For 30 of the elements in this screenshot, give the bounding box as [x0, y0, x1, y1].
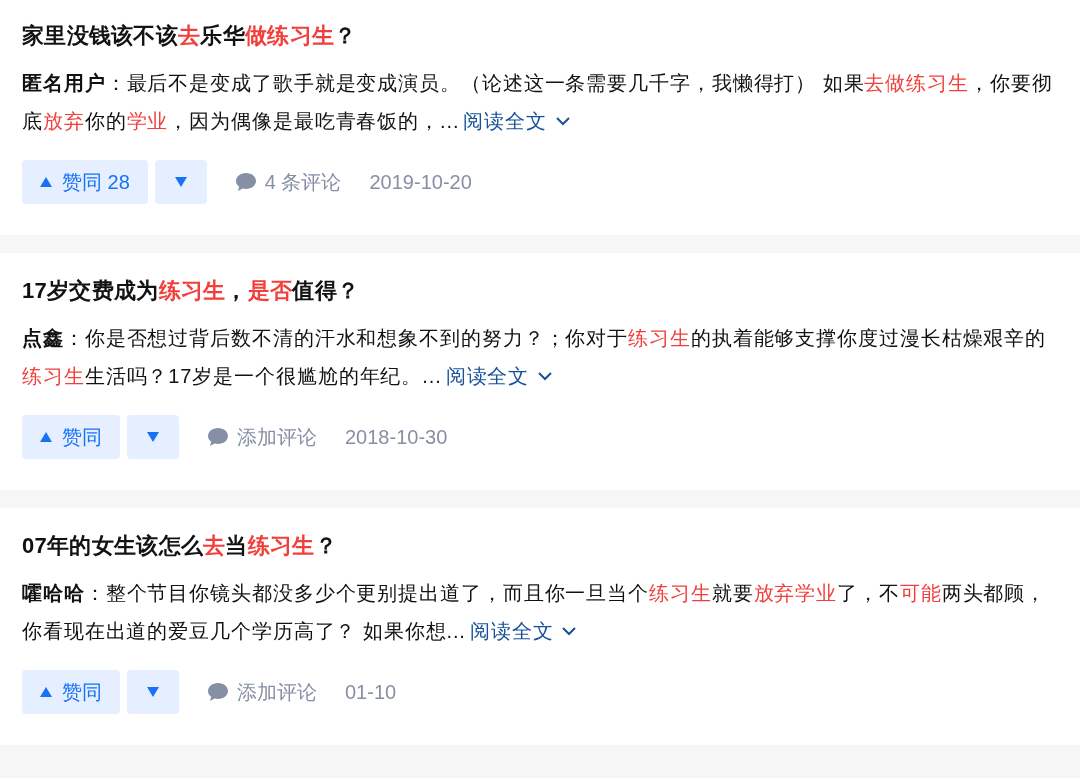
speech-bubble-icon — [234, 172, 257, 192]
triangle-down-icon — [174, 177, 187, 187]
speech-bubble-icon — [207, 427, 229, 447]
upvote-button[interactable]: 赞同 — [22, 415, 120, 459]
downvote-button[interactable] — [127, 415, 179, 459]
read-more-link[interactable]: 阅读全文 — [463, 102, 572, 140]
answer-excerpt: 匿名用户：最后不是变成了歌手就是变成演员。（论述这一条需要几千字，我懒得打） 如果去做练习生，你要彻底放弃你的学业，因为偶像是最吃青春饭的，... 阅读全文 — [22, 64, 1058, 140]
answer-excerpt: 点鑫：你是否想过背后数不清的汗水和想象不到的努力？；你对于练习生的执着能够支撑你度过漫长枯燥艰辛的 练习生生活吗？17岁是一个很尴尬的年纪。... 阅读全文 — [22, 319, 1058, 395]
read-more-link[interactable]: 阅读全文 — [469, 612, 578, 650]
triangle-down-icon — [147, 687, 159, 697]
question-title[interactable]: 07年的女生该怎么去当练习生？ — [22, 528, 1058, 564]
question-title[interactable]: 家里没钱该不该去乐华做练习生？ — [22, 18, 1058, 54]
answer-excerpt: 嚯哈哈：整个节目你镜头都没多少个更别提出道了，而且你一旦当个练习生就要放弃学业了，不可能两头都顾，你看现在出道的爱豆几个学历高了？ 如果你想... 阅读全文 — [22, 574, 1058, 650]
triangle-up-icon — [40, 432, 52, 442]
triangle-down-icon — [147, 432, 159, 442]
chevron-down-icon — [561, 626, 578, 636]
answer-date: 2019-10-20 — [369, 170, 472, 194]
triangle-up-icon — [40, 687, 52, 697]
triangle-up-icon — [40, 177, 52, 187]
downvote-button[interactable] — [127, 670, 179, 714]
upvote-button[interactable]: 赞同 28 — [22, 160, 148, 204]
downvote-button[interactable] — [154, 160, 207, 204]
speech-bubble-icon — [207, 682, 229, 702]
read-more-link[interactable]: 阅读全文 — [445, 357, 554, 395]
chevron-down-icon — [537, 371, 554, 381]
question-title[interactable]: 17岁交费成为练习生，是否值得？ — [22, 273, 1058, 309]
answer-date: 2018-10-30 — [345, 425, 448, 449]
upvote-button[interactable]: 赞同 — [22, 670, 120, 714]
answer-date: 01-10 — [345, 680, 397, 704]
chevron-down-icon — [555, 116, 572, 126]
